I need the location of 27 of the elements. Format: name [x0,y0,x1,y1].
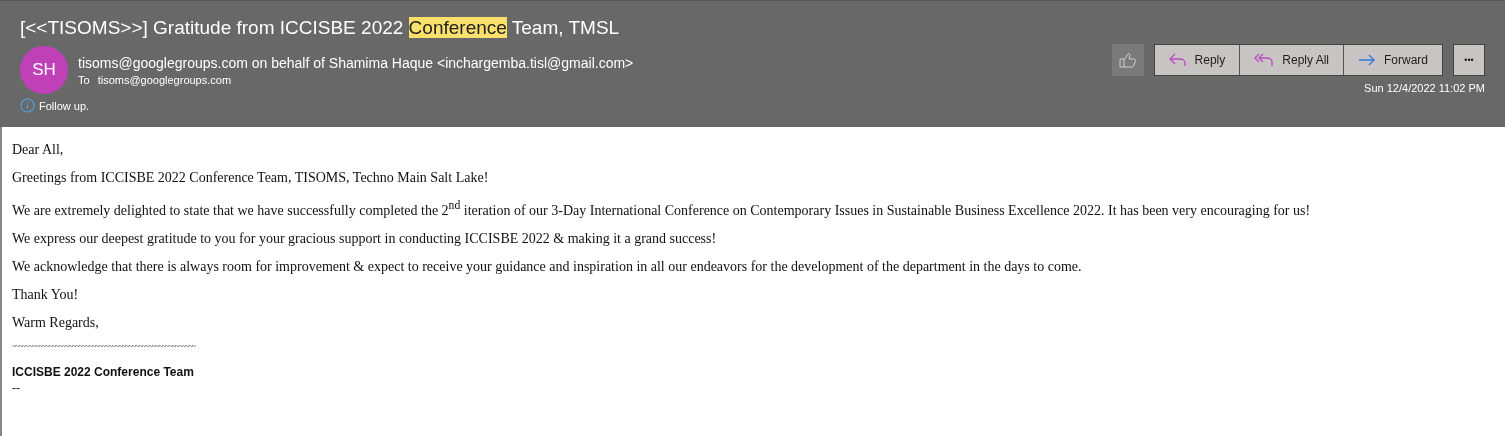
signature-dash: -- [12,380,21,395]
separator-line: ~~~~~~~~~~~~~~~~~~~~~~~~~~~~~~~~~~~~~~~~~~~~~~~~~~~~~~~ [12,341,197,351]
body-paragraph: We acknowledge that there is always room for improvement & expect to receive your guidance and inspiration in all our endeavors for the development of the department in the days to come. [12,257,1083,275]
like-button[interactable] [1111,44,1144,76]
received-date: Sun 12/4/2022 11:02 PM [1364,82,1485,94]
sender-avatar: SH [20,46,68,94]
body-paragraph: We express our deepest gratitude to you for your gracious support in conducting ICCISBE 2022 & making it a grand success! [12,229,718,247]
body-paragraph: We are extremely delighted to state that we have successfully completed the 2$^{nd}$ iteration of our 3-Day International Conference on Contemporary Issues in Sustainable Business Excellence 2022. It has been very encouraging for us! [12,198,1312,219]
sender-address: tisoms@googlegroups.com on behalf of Shamima Haque <inchargemba.tisl@gmail.com> [78,54,634,71]
body-paragraph: Warm Regards, [12,313,100,331]
body-paragraph: Dear All, [12,141,65,158]
body-paragraph: Thank You! [12,285,80,303]
reply-all-button[interactable]: Reply All [1240,45,1344,75]
to-label: To [78,73,90,86]
forward-arrow-icon [1358,53,1376,67]
reply-all-arrow-icon [1254,53,1275,67]
info-icon [20,98,35,113]
forward-button[interactable]: Forward [1344,45,1442,75]
reply-button[interactable]: Reply [1154,45,1241,75]
reply-arrow-icon [1168,53,1187,67]
more-button[interactable]: ••• [1453,44,1485,76]
body-paragraph: Greetings from ICCISBE 2022 Conference Team, TISOMS, Techno Main Salt Lake! [12,169,490,186]
thumbs-up-icon [1118,52,1137,68]
recipient-address: tisoms@googlegroups.com [97,73,232,86]
email-subject: [<<TISOMS>>] Gratitude from ICCISBE 2022 Conference Team, TMSL [20,16,621,40]
signature-name: ICCISBE 2022 Conference Team [12,364,195,379]
info-message: Follow up. [39,99,90,112]
